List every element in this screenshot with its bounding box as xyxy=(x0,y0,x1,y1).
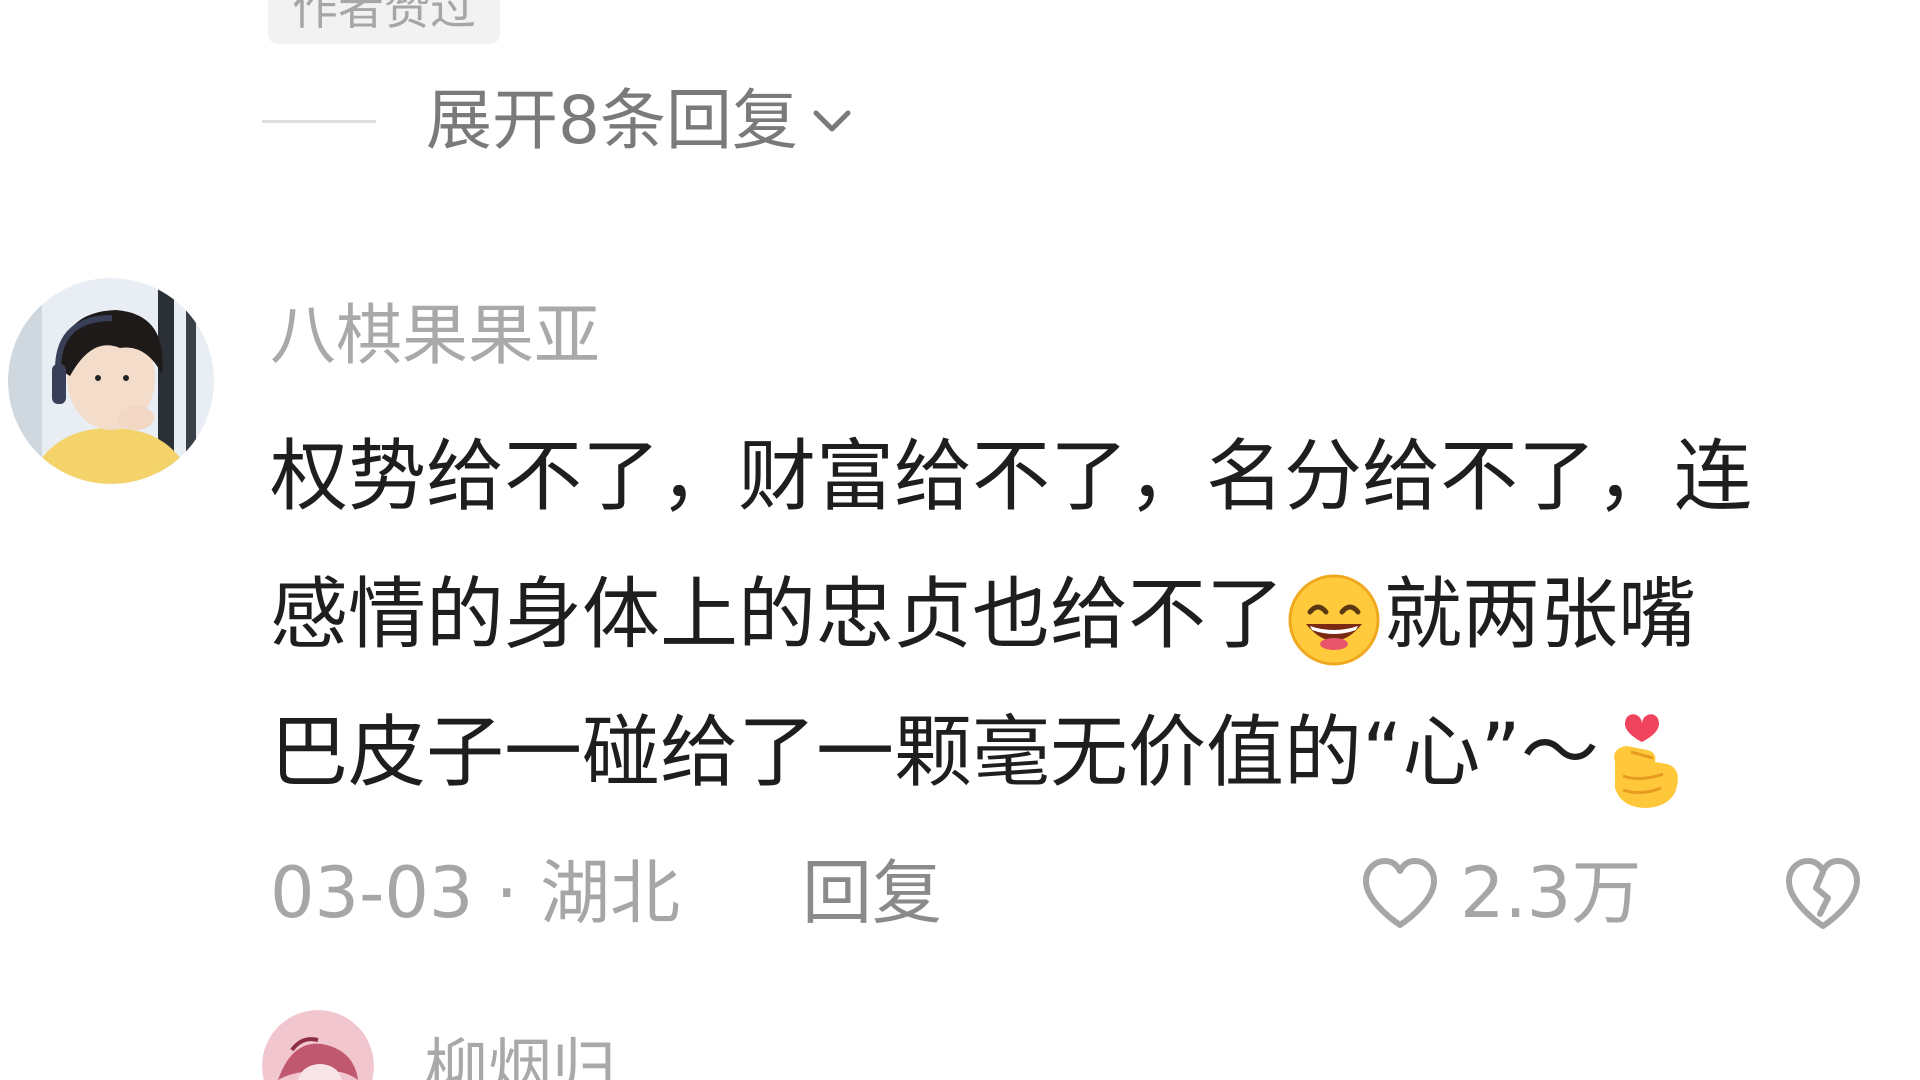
comment-section: 作者赞过 展开8条回复 八棋果果亚 权势给不了，财富给不了，名分给不了，连 感情… xyxy=(0,0,1920,1080)
grinning-sweat-emoji xyxy=(1288,574,1380,666)
comment-line: 巴皮子一碰给了一颗毫无价值的“心”～ xyxy=(270,684,1910,822)
comment-line: 感情的身体上的忠贞也给不了 就两张嘴 xyxy=(270,546,1910,684)
broken-heart-icon[interactable] xyxy=(1778,848,1868,938)
comment-line-segment: 巴皮子一碰给了一颗毫无价值的“心”～ xyxy=(270,708,1599,798)
expand-replies-label: 展开8条回复 xyxy=(426,82,798,159)
next-avatar-image xyxy=(262,1010,374,1080)
heart-outline-icon xyxy=(1363,858,1437,928)
like-count: 2.3万 xyxy=(1460,852,1642,934)
next-comment-username[interactable]: 柳烟归 xyxy=(424,1030,616,1080)
expand-replies-button[interactable]: 展开8条回复 xyxy=(262,86,854,156)
comment-date-location: 03-03 · 湖北 xyxy=(270,852,681,934)
like-button[interactable]: 2.3万 xyxy=(1356,848,1641,938)
avatar[interactable] xyxy=(8,278,214,484)
reply-thread-line xyxy=(262,119,376,123)
finger-heart-emoji xyxy=(1614,713,1678,808)
comment-line-segment: 就两张嘴 xyxy=(1384,570,1697,660)
comment-username[interactable]: 八棋果果亚 xyxy=(270,296,600,376)
next-comment-avatar[interactable] xyxy=(262,1010,374,1080)
comment-meta: 03-03 · 湖北 回复 2.3万 xyxy=(270,848,1890,938)
comment-line: 权势给不了，财富给不了，名分给不了，连 xyxy=(270,432,1753,522)
chevron-down-icon xyxy=(813,110,851,132)
reply-button[interactable]: 回复 xyxy=(802,848,942,938)
author-liked-badge: 作者赞过 xyxy=(268,0,500,44)
comment-line-segment: 感情的身体上的忠贞也给不了 xyxy=(270,570,1285,660)
avatar-image xyxy=(8,278,214,484)
comment-text: 权势给不了，财富给不了，名分给不了，连 感情的身体上的忠贞也给不了 就两张嘴 巴… xyxy=(270,408,1910,822)
